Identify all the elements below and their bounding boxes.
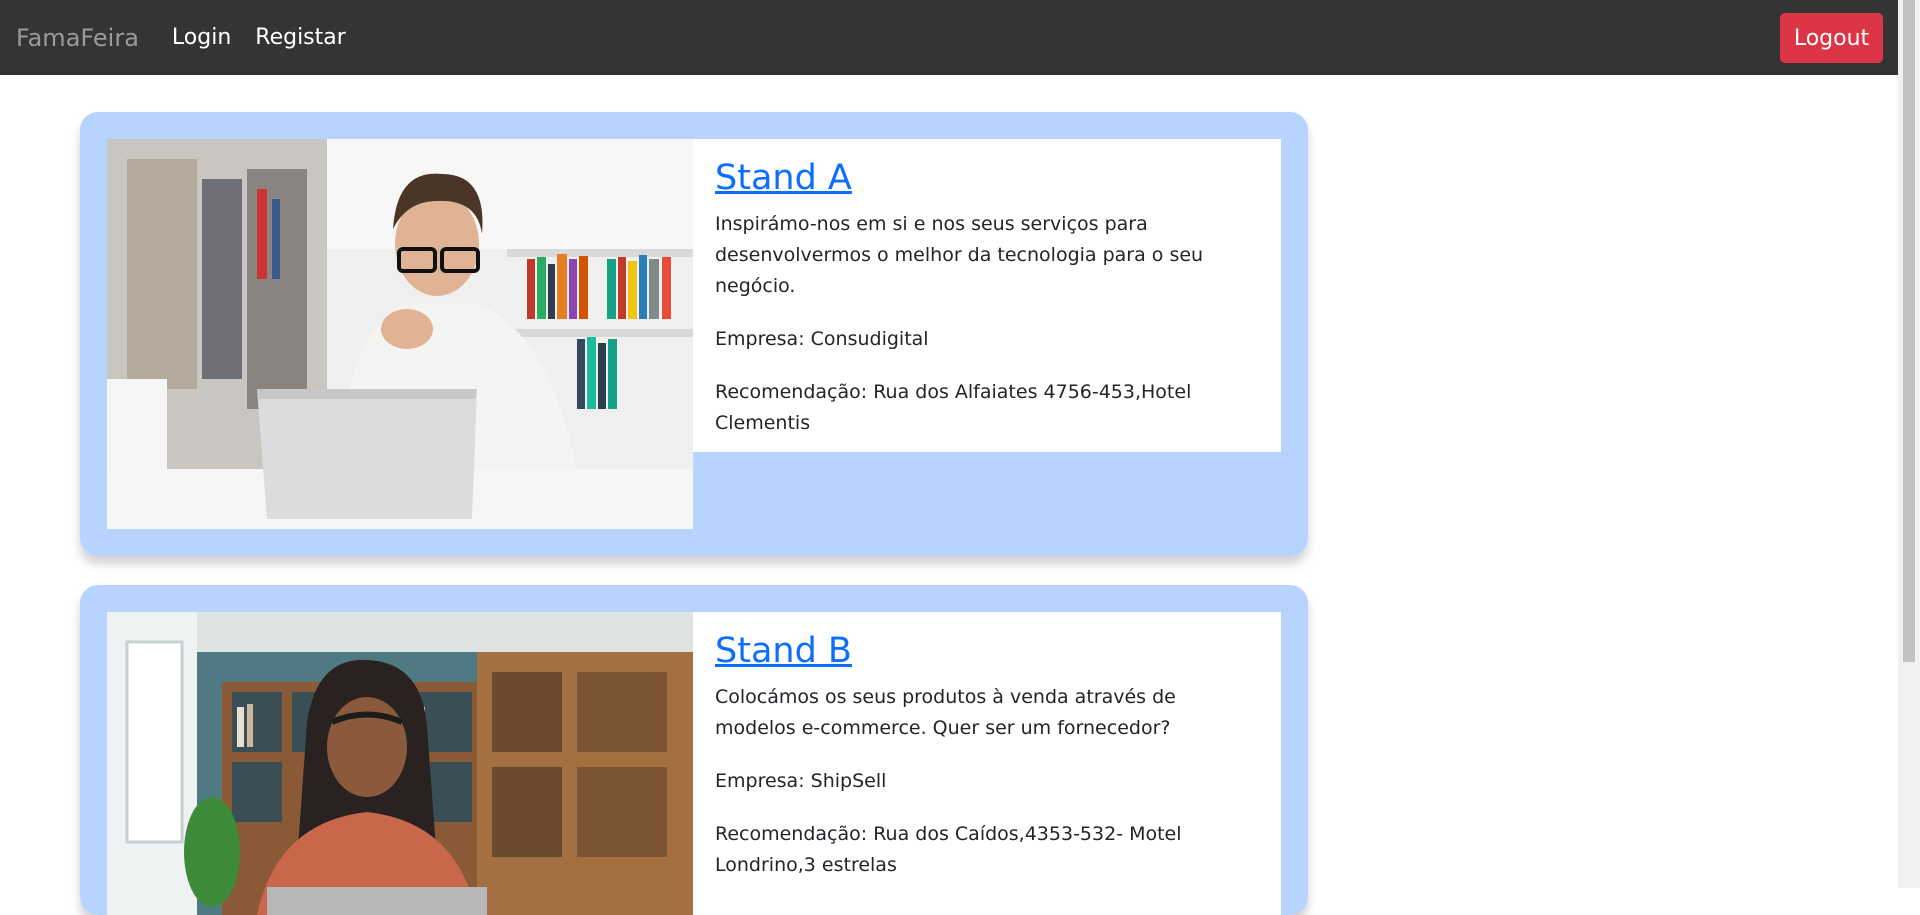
stand-a-recommendation: Recomendação: Rua dos Alfaiates 4756-453… [715, 381, 1192, 434]
stand-b-title-link[interactable]: Stand B [715, 630, 852, 672]
stand-b-image [107, 612, 693, 915]
stand-b-body: Stand B Colocámos os seus produtos à ven… [693, 612, 1281, 915]
stand-a-description: Inspirámo-nos em si e nos seus serviços … [715, 213, 1204, 297]
brand-link[interactable]: FamaFeira [16, 24, 139, 52]
nav-register-link[interactable]: Registar [255, 25, 346, 50]
stand-a-image [107, 139, 693, 529]
stand-a-company: Empresa: Consudigital [715, 328, 929, 350]
stand-card-a: Stand A Inspirámo-nos em si e nos seus s… [80, 112, 1308, 556]
stand-b-recommendation: Recomendação: Rua dos Caídos,4353-532- M… [715, 823, 1182, 876]
stand-b-company: Empresa: ShipSell [715, 770, 887, 792]
scrollbar-thumb[interactable] [1903, 0, 1915, 662]
nav-login-link[interactable]: Login [172, 25, 231, 50]
stand-a-body: Stand A Inspirámo-nos em si e nos seus s… [693, 139, 1281, 452]
woman-with-laptop-photo [107, 612, 693, 915]
man-with-laptop-photo [107, 139, 693, 529]
stand-card-b: Stand B Colocámos os seus produtos à ven… [80, 585, 1308, 915]
stand-a-title-link[interactable]: Stand A [715, 157, 852, 199]
logout-button[interactable]: Logout [1780, 13, 1883, 63]
vertical-scrollbar[interactable] [1898, 0, 1920, 888]
top-navbar: FamaFeira Login Registar Logout [0, 0, 1898, 75]
stand-b-description: Colocámos os seus produtos à venda atrav… [715, 686, 1176, 739]
